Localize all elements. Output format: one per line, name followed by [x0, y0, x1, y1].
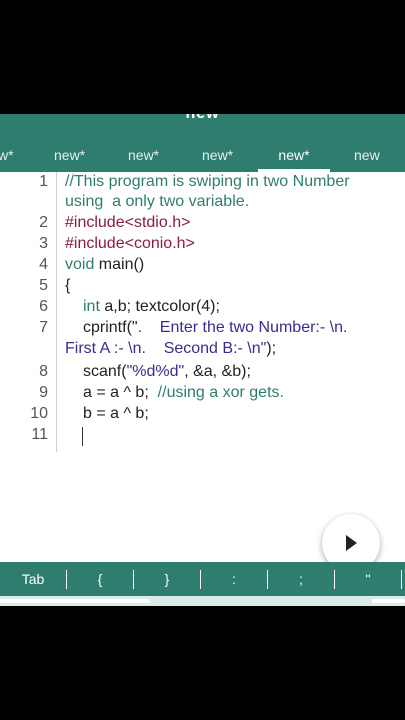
symbol-keybar: Tab { } : ; ": [0, 562, 405, 596]
code-text: );: [266, 340, 277, 357]
code-line-7: cprintf(". Enter the two Number:- \n.: [83, 318, 347, 338]
code-editor[interactable]: 1 2 3 4 5 6 7 8 9 10 11 //This program i…: [0, 172, 405, 562]
code-text: main(): [94, 256, 145, 273]
key-quote[interactable]: ": [338, 562, 398, 596]
bottom-strip: [0, 596, 405, 606]
gutter-divider: [56, 172, 57, 452]
line-number: 8: [39, 363, 48, 380]
code-line-1: //This program is swiping in two Number: [65, 173, 350, 190]
line-number: 4: [39, 256, 48, 273]
code-text: a = a ^ b;: [83, 384, 158, 401]
scroll-indicator: [372, 599, 405, 603]
app-title-cropped: new: [0, 114, 405, 123]
code-text: a,b; textcolor(4);: [99, 298, 220, 315]
code-line-7-wrap: First A :- \n. Second B:- \n");: [65, 339, 276, 359]
line-number: 2: [39, 214, 48, 231]
key-separator: [267, 570, 268, 589]
play-icon: [346, 535, 357, 551]
code-line-5: {: [65, 277, 71, 294]
editor-app: new w* new* new* new* new* new 1 2 3 4 5…: [0, 114, 405, 606]
line-number: 5: [39, 277, 48, 294]
line-number: 7: [39, 319, 48, 336]
code-line-2: #include<stdio.h>: [65, 214, 191, 231]
key-colon[interactable]: :: [204, 562, 264, 596]
code-line-8: scanf("%d%d", &a, &b);: [83, 362, 251, 382]
key-separator: [401, 570, 402, 589]
code-line-10: b = a ^ b;: [83, 405, 149, 422]
line-number: 11: [31, 426, 48, 443]
string-literal: "%d%d": [126, 363, 185, 380]
line-number: 9: [39, 384, 48, 401]
key-separator: [133, 570, 134, 589]
text-cursor: [82, 427, 83, 446]
key-tab[interactable]: Tab: [6, 562, 60, 596]
string-literal: . Enter the two Number:- \n.: [137, 319, 348, 336]
tab-5-active[interactable]: new*: [258, 140, 330, 172]
comment: //using a xor gets.: [157, 384, 284, 401]
code-text: scanf(: [83, 363, 127, 380]
key-semicolon[interactable]: ;: [271, 562, 331, 596]
line-number: 3: [39, 235, 48, 252]
keyword: void: [65, 256, 95, 273]
code-line-9: a = a ^ b; //using a xor gets.: [83, 383, 284, 403]
scroll-indicator: [0, 599, 150, 603]
key-separator: [334, 570, 335, 589]
key-close-brace[interactable]: }: [137, 562, 197, 596]
tab-4[interactable]: new*: [202, 140, 233, 172]
code-text: , &a, &b);: [184, 363, 251, 380]
code-line-6: int a,b; textcolor(4);: [83, 297, 220, 317]
code-line-4: void main(): [65, 255, 144, 275]
tab-3[interactable]: new*: [128, 140, 159, 172]
code-line-1-wrap: using a only two variable.: [65, 193, 250, 210]
tab-1[interactable]: w*: [0, 140, 14, 172]
tab-2[interactable]: new*: [54, 140, 85, 172]
line-number: 10: [30, 405, 48, 422]
keyword: int: [83, 298, 100, 315]
line-number: 1: [39, 173, 48, 190]
tab-6[interactable]: new: [354, 140, 380, 172]
line-number: 6: [39, 298, 48, 315]
key-open-brace[interactable]: {: [70, 562, 130, 596]
key-separator: [66, 570, 67, 589]
code-text: cprintf(": [83, 319, 138, 336]
tab-bar: w* new* new* new* new* new: [0, 140, 405, 172]
string-literal: First A :- \n. Second B:- \n": [65, 340, 267, 357]
code-line-3: #include<conio.h>: [65, 235, 195, 252]
app-bar: new: [0, 114, 405, 140]
key-separator: [200, 570, 201, 589]
